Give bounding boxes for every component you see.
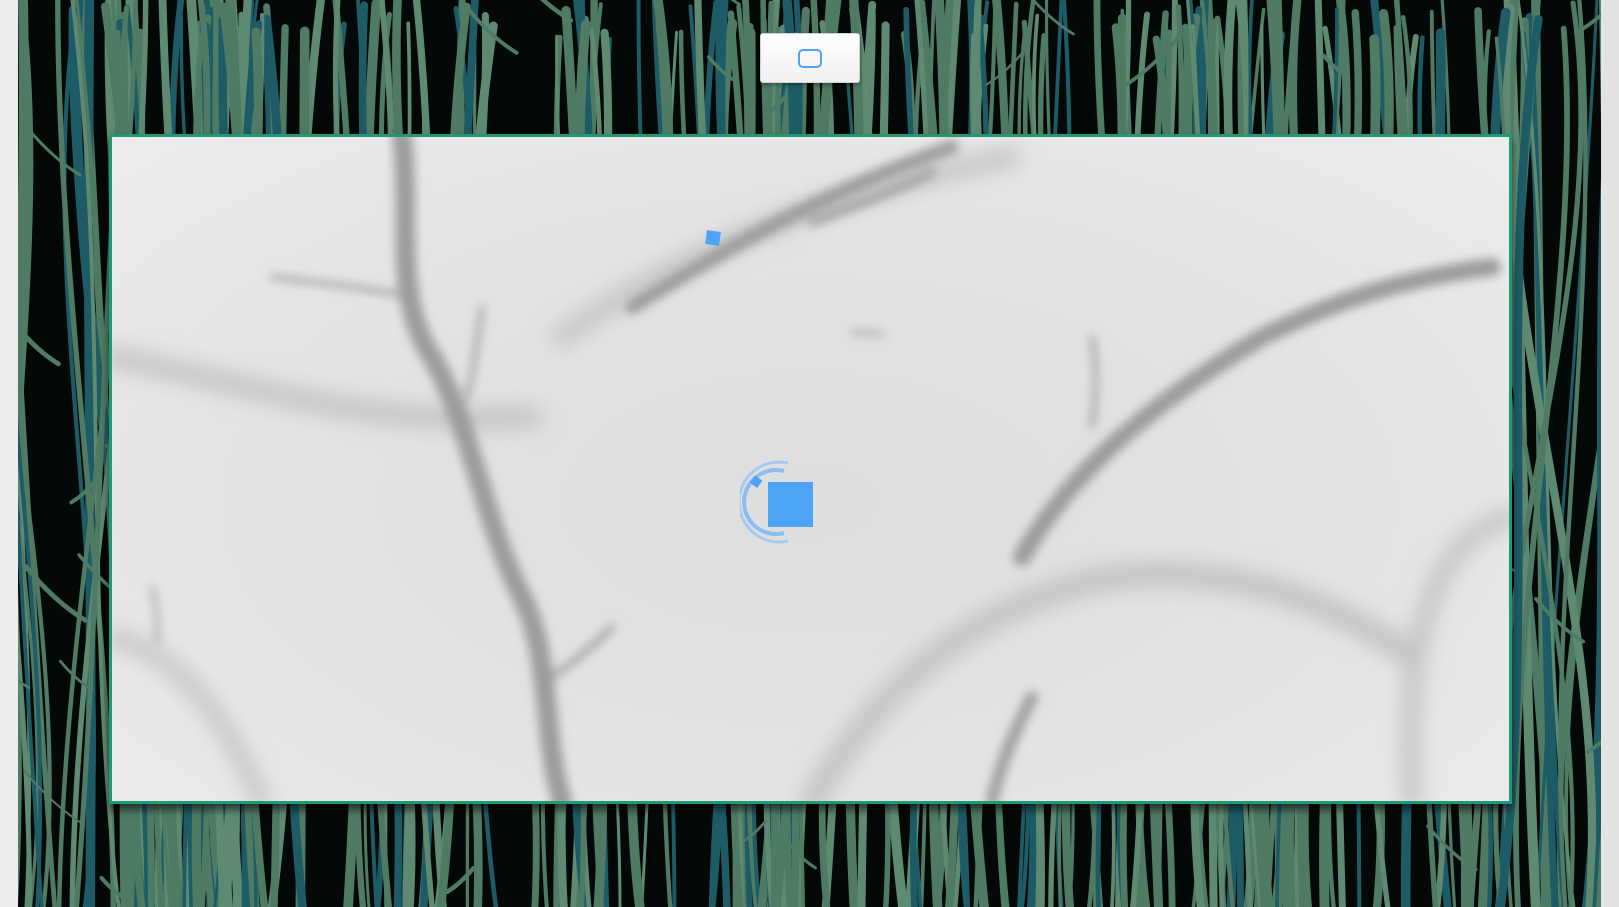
square-outline-icon xyxy=(798,48,822,68)
left-margin xyxy=(0,0,18,907)
forest-twig xyxy=(444,865,476,895)
player-square[interactable] xyxy=(768,482,813,527)
mode-toggle-button[interactable] xyxy=(760,33,860,83)
right-margin xyxy=(1601,0,1619,907)
target-square xyxy=(705,230,721,246)
play-area[interactable] xyxy=(109,134,1512,804)
